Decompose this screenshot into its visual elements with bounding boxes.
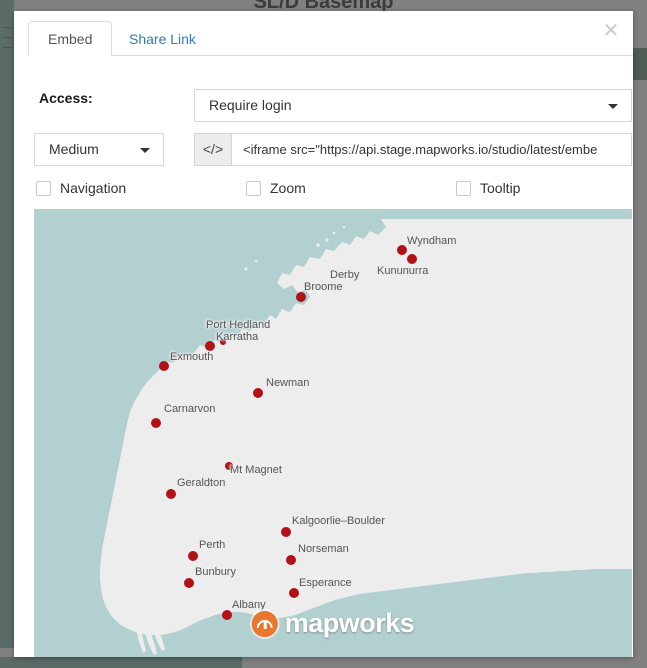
city-dot-albany[interactable]	[222, 610, 232, 620]
island-kimberley-4	[342, 225, 346, 229]
checkbox-navigation[interactable]: Navigation	[36, 178, 126, 198]
city-dot-karratha[interactable]	[205, 341, 215, 351]
map-canvas	[100, 219, 632, 655]
city-dot-mt-magnet[interactable]	[225, 462, 233, 470]
embed-share-dialog: ✕ Embed Share Link Access: Require login…	[14, 11, 633, 657]
dialog-tabs: Embed Share Link	[14, 21, 633, 56]
chevron-down-icon	[608, 103, 618, 109]
island-kimberley-2	[332, 231, 336, 235]
checkbox-navigation-label: Navigation	[60, 180, 127, 196]
city-dot-kalgoorlie-boulder[interactable]	[281, 527, 291, 537]
island-pilbara-1	[244, 267, 248, 271]
mapworks-logo: mapworks	[251, 608, 415, 639]
city-dot-esperance[interactable]	[289, 588, 299, 598]
city-dot-kununurra[interactable]	[407, 254, 417, 264]
mapworks-mark-icon	[251, 610, 278, 637]
access-select-value: Require login	[209, 97, 292, 113]
checkbox-zoom-box[interactable]	[246, 180, 261, 196]
city-dot-perth[interactable]	[188, 551, 198, 561]
city-dot-norseman[interactable]	[286, 555, 296, 565]
background-left-panel	[0, 0, 14, 648]
background-left-panel-rows	[0, 18, 14, 64]
background-bottom-bar	[0, 657, 647, 668]
landmass-western-australia	[100, 219, 632, 635]
checkbox-zoom[interactable]: Zoom	[246, 178, 306, 198]
city-dot-port-hedland[interactable]	[220, 339, 226, 345]
island-kimberley-3	[316, 243, 320, 247]
embed-code-input[interactable]: <iframe src="https://api.stage.mapworks.…	[232, 133, 632, 166]
map-preview[interactable]: Wyndham Kununurra Derby Broome Port Hedl…	[34, 209, 632, 657]
checkbox-tooltip-label: Tooltip	[480, 180, 521, 196]
city-dot-broome[interactable]	[296, 292, 306, 302]
city-dot-bunbury[interactable]	[184, 578, 194, 588]
island-pilbara-2	[254, 259, 258, 263]
checkbox-zoom-label: Zoom	[270, 180, 306, 196]
island-dampier-2	[220, 336, 224, 340]
checkbox-tooltip-box[interactable]	[456, 180, 471, 196]
city-dot-geraldton[interactable]	[166, 489, 176, 499]
background-bottom-bar-left	[0, 657, 242, 668]
mapworks-logo-text: mapworks	[284, 608, 415, 638]
access-select[interactable]: Require login	[194, 89, 632, 122]
access-label: Access:	[39, 90, 93, 106]
city-dot-wyndham[interactable]	[397, 245, 407, 255]
chevron-down-icon	[140, 147, 150, 153]
checkbox-tooltip[interactable]: Tooltip	[456, 178, 520, 198]
size-select[interactable]: Medium	[34, 133, 164, 166]
size-select-value: Medium	[49, 141, 99, 157]
city-dot-newman[interactable]	[253, 388, 263, 398]
checkbox-navigation-box[interactable]	[36, 180, 51, 196]
tab-share-link[interactable]: Share Link	[109, 21, 216, 56]
tab-embed[interactable]: Embed	[28, 21, 113, 56]
city-dot-carnarvon[interactable]	[151, 418, 161, 428]
city-dot-exmouth[interactable]	[159, 361, 169, 371]
island-kimberley-1	[325, 238, 329, 242]
code-icon[interactable]: </>	[194, 133, 232, 166]
